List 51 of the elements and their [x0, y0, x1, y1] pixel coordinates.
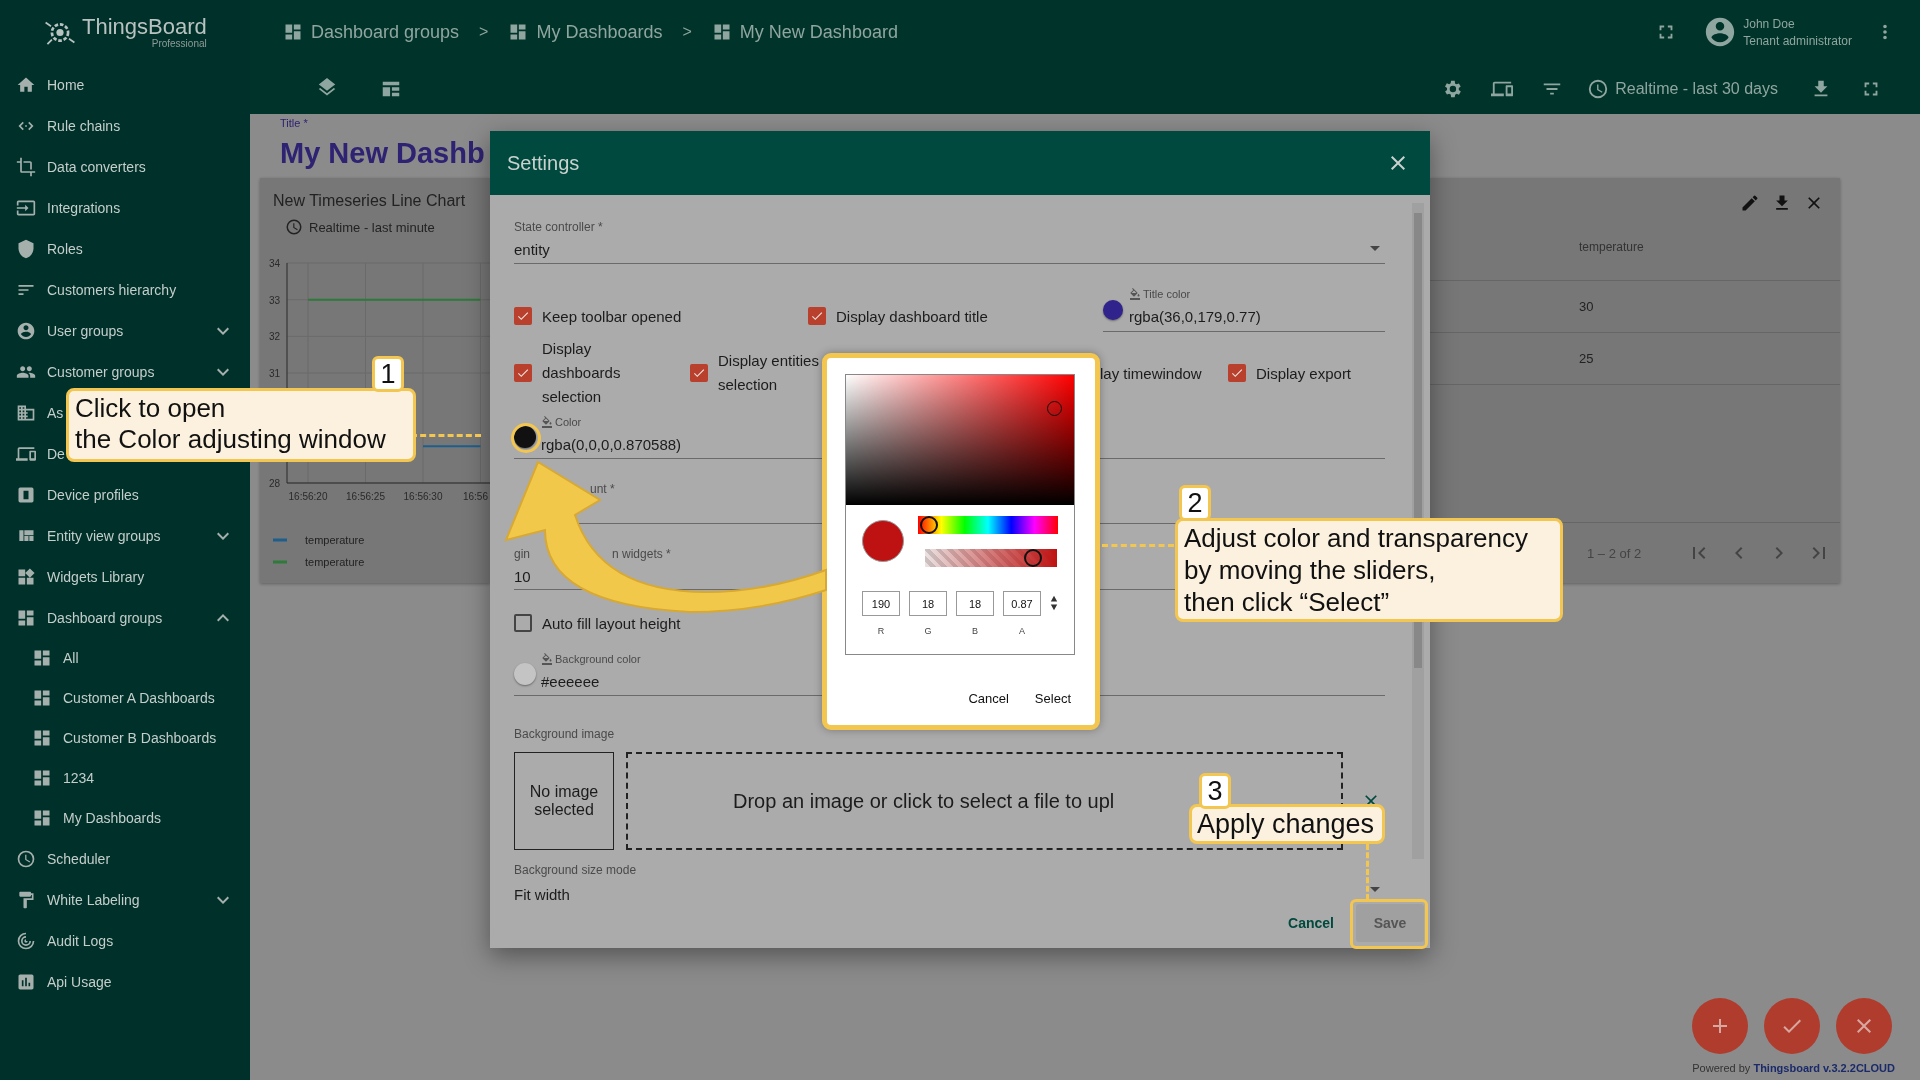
legend-label: temperature [305, 534, 365, 546]
step-tooltip: Adjust color and transparency by moving the sliders, then click “Select” [1175, 518, 1563, 622]
step-number: 1 [372, 356, 404, 392]
step-number: 2 [1179, 485, 1211, 521]
user-name: John Doe [1743, 16, 1796, 31]
field-label: Color [555, 415, 582, 430]
field-label: unt * [590, 481, 616, 497]
y-tick-label: 31 [268, 368, 280, 379]
widget-timewindow: Realtime - last minute [309, 219, 435, 235]
x-tick-label: 16:56 [462, 491, 488, 502]
step-tooltip: Click to open the Color adjusting window [66, 388, 416, 462]
channel-label: B [972, 626, 978, 636]
image-preview: No image selected [514, 752, 614, 850]
checkbox-label: Keep toolbar opened [542, 307, 682, 325]
field-label: gin [514, 546, 530, 562]
x-tick-label: 16:56:20 [288, 491, 328, 502]
column-header: temperature [1579, 239, 1644, 254]
table-cell: 30 [1579, 299, 1594, 314]
user-role: Tenant administrator [1743, 33, 1852, 48]
y-tick-label: 32 [268, 331, 280, 343]
step-number: 3 [1199, 773, 1231, 809]
powered-by-text: Powered by Thingsboard v.3.2.2CLOUD [1692, 1062, 1895, 1074]
dialog-title: Settings [507, 151, 580, 175]
checkbox-label: Display entities selection [718, 351, 820, 395]
checkbox-label: Auto fill layout height [542, 614, 681, 632]
widget-title: New Timeseries Line Chart [273, 192, 467, 210]
title-label: Title * [280, 117, 308, 129]
field-label: n widgets * [612, 546, 671, 562]
legend-label: temperature [305, 556, 365, 568]
breadcrumb-separator: > [479, 23, 489, 41]
y-tick-label: 33 [268, 294, 280, 306]
checkbox-label: Display dashboards selection [542, 339, 622, 407]
field-label: Title color [1143, 287, 1191, 302]
channel-label: A [1019, 626, 1025, 636]
channel-label: R [877, 626, 885, 636]
field-label: Background image [514, 726, 616, 742]
x-tick-label: 16:56:30 [403, 491, 443, 502]
checkbox-label: lay timewindow [1100, 364, 1203, 382]
logo-name: ThingsBoard [82, 15, 207, 38]
logo-edition: Professional [151, 37, 207, 49]
y-tick-label: 34 [268, 258, 280, 269]
breadcrumb-separator: > [682, 23, 692, 41]
dashboard-title: My New Dashb [280, 137, 485, 170]
channel-label: G [924, 626, 932, 636]
y-tick-label: 28 [268, 478, 280, 489]
checkbox-label: Display dashboard title [836, 307, 988, 325]
table-cell: 25 [1579, 351, 1594, 366]
step-tooltip: Apply changes [1189, 804, 1385, 844]
field-label: Background color [555, 652, 641, 667]
x-tick-label: 16:56:25 [346, 491, 385, 502]
checkbox-label: Display export [1256, 364, 1352, 382]
